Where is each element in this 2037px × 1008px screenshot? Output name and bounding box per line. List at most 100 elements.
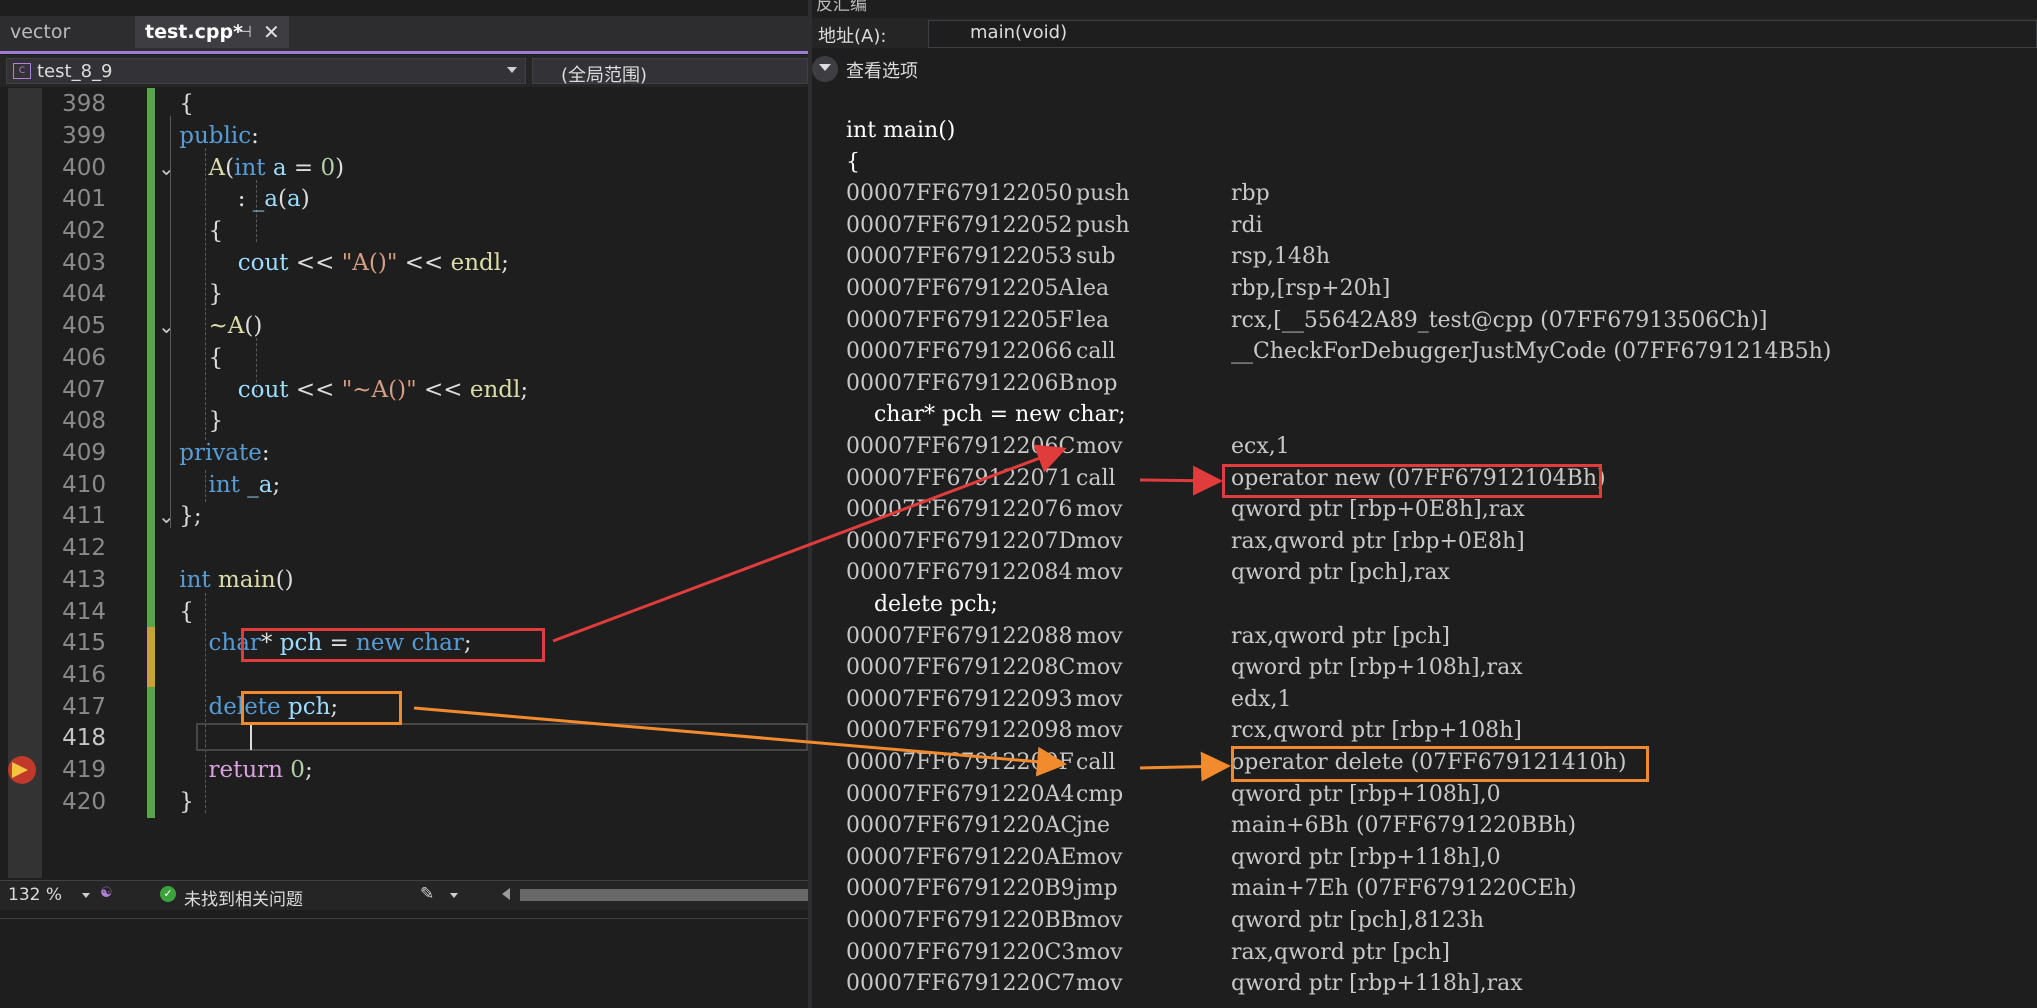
dropdown-caret-icon bbox=[507, 67, 517, 73]
instruction-mnemonic: nop bbox=[1076, 371, 1118, 396]
instruction-address: 00007FF679122066 bbox=[846, 339, 1073, 364]
view-options-toggle[interactable]: 查看选项 bbox=[846, 57, 918, 83]
line-number: 416 bbox=[62, 662, 106, 688]
instruction-mnemonic: sub bbox=[1076, 244, 1116, 269]
instruction-address: 00007FF6791220AC bbox=[846, 813, 1078, 838]
instruction-operand: rax,qword ptr [rbp+0E8h] bbox=[1231, 529, 1525, 554]
line-number: 405 bbox=[62, 313, 106, 339]
code-line: } bbox=[150, 408, 224, 434]
line-number: 417 bbox=[62, 694, 106, 720]
class-icon: C bbox=[13, 63, 31, 79]
line-number: 404 bbox=[62, 281, 106, 307]
instruction-mnemonic: mov bbox=[1076, 718, 1123, 743]
line-number: 407 bbox=[62, 377, 106, 403]
instruction-mnemonic: jmp bbox=[1076, 876, 1118, 901]
horizontal-scrollbar[interactable] bbox=[520, 889, 808, 901]
instruction-mnemonic: lea bbox=[1076, 276, 1110, 301]
code-line: } bbox=[150, 789, 194, 815]
instruction-operand: __CheckForDebuggerJustMyCode (07FF679121… bbox=[1231, 339, 1832, 364]
instruction-address: 00007FF679122050 bbox=[846, 181, 1073, 206]
code-line: } bbox=[150, 281, 224, 307]
instruction-operand: rsp,148h bbox=[1231, 244, 1331, 269]
code-line: { bbox=[150, 218, 224, 244]
code-line: cout << "A()" << endl; bbox=[237, 250, 509, 276]
scroll-left-icon[interactable] bbox=[502, 888, 510, 900]
code-line: ~A() bbox=[208, 313, 263, 339]
instruction-address: 00007FF6791220C7 bbox=[846, 971, 1076, 996]
instruction-mnemonic: mov bbox=[1076, 687, 1123, 712]
instruction-address: 00007FF6791220A4 bbox=[846, 782, 1075, 807]
instruction-address: 00007FF679122098 bbox=[846, 718, 1073, 743]
line-number: 408 bbox=[62, 408, 106, 434]
code-line: int main() bbox=[179, 567, 294, 593]
instruction-operand: main+6Bh (07FF6791220BBh) bbox=[1231, 813, 1577, 838]
close-icon[interactable]: ✕ bbox=[263, 16, 280, 48]
line-number: 402 bbox=[62, 218, 106, 244]
line-number: 414 bbox=[62, 599, 106, 625]
breakpoint-arrow-icon[interactable] bbox=[8, 756, 36, 784]
issues-status[interactable]: 未找到相关问题 bbox=[184, 885, 303, 910]
source-line: char* pch = new char; bbox=[846, 402, 1126, 427]
instruction-mnemonic: mov bbox=[1076, 655, 1123, 680]
line-number: 406 bbox=[62, 345, 106, 371]
code-line: A(int a = 0) bbox=[208, 155, 345, 181]
global-scope-dropdown[interactable]: (全局范围) bbox=[532, 58, 808, 86]
annotation-box-operator-new bbox=[1222, 464, 1602, 498]
current-line-highlight bbox=[196, 723, 808, 751]
instruction-mnemonic: mov bbox=[1076, 560, 1123, 585]
global-scope-label: (全局范围) bbox=[561, 65, 648, 86]
instruction-address: 00007FF67912207D bbox=[846, 529, 1077, 554]
line-number: 410 bbox=[62, 472, 106, 498]
dropdown-caret-icon[interactable] bbox=[82, 893, 90, 898]
instruction-operand: qword ptr [rbp+108h],rax bbox=[1231, 655, 1523, 680]
instruction-mnemonic: mov bbox=[1076, 940, 1123, 965]
instruction-address: 00007FF679122084 bbox=[846, 560, 1073, 585]
annotation-box-operator-delete bbox=[1231, 746, 1649, 782]
code-editor[interactable]: 398 399 400 401 402 403 404 405 406 407 … bbox=[0, 88, 808, 878]
navigation-bar: C test_8_9 (全局范围) bbox=[0, 55, 808, 87]
instruction-mnemonic: call bbox=[1076, 750, 1116, 775]
divider bbox=[0, 918, 808, 919]
tab-test-cpp[interactable]: test.cpp* ⊣ ✕ bbox=[135, 16, 289, 48]
dropdown-caret-icon[interactable] bbox=[450, 893, 458, 898]
instruction-address: 00007FF679122053 bbox=[846, 244, 1073, 269]
check-circle-icon: ✓ bbox=[160, 886, 176, 902]
chevron-down-icon[interactable] bbox=[812, 56, 838, 82]
line-number: 415 bbox=[62, 630, 106, 656]
instruction-operand: rcx,[__55642A89_test@cpp (07FF67913506Ch… bbox=[1231, 308, 1768, 333]
source-line: int main() bbox=[846, 118, 956, 143]
brush-icon[interactable]: ✎ bbox=[420, 884, 434, 904]
address-input[interactable] bbox=[928, 20, 2037, 48]
line-number: 418 bbox=[62, 725, 106, 751]
instruction-mnemonic: mov bbox=[1076, 971, 1123, 996]
line-number: 411 bbox=[62, 503, 106, 529]
instruction-address: 00007FF6791220AE bbox=[846, 845, 1077, 870]
line-number: 403 bbox=[62, 250, 106, 276]
instruction-operand: ecx,1 bbox=[1231, 434, 1290, 459]
code-line: return 0; bbox=[208, 757, 313, 783]
health-icon[interactable]: ☯ bbox=[100, 885, 116, 901]
instruction-operand: main+7Eh (07FF6791220CEh) bbox=[1231, 876, 1577, 901]
tab-vector[interactable]: vector bbox=[0, 16, 135, 48]
instruction-operand: rcx,qword ptr [rbp+108h] bbox=[1231, 718, 1522, 743]
instruction-mnemonic: call bbox=[1076, 339, 1116, 364]
instruction-mnemonic: call bbox=[1076, 466, 1116, 491]
tab-bar: vector test.cpp* ⊣ ✕ bbox=[0, 16, 808, 52]
instruction-operand: rax,qword ptr [pch] bbox=[1231, 940, 1450, 965]
zoom-level[interactable]: 132 % bbox=[8, 885, 62, 905]
line-number: 398 bbox=[62, 91, 106, 117]
instruction-address: 00007FF679122052 bbox=[846, 213, 1073, 238]
tab-accent-line bbox=[0, 51, 808, 54]
instruction-address: 00007FF679122071 bbox=[846, 466, 1073, 491]
source-line: { bbox=[846, 150, 860, 175]
instruction-address: 00007FF67912206B bbox=[846, 371, 1075, 396]
code-line: { bbox=[150, 345, 224, 371]
instruction-address: 00007FF679122093 bbox=[846, 687, 1073, 712]
instruction-mnemonic: mov bbox=[1076, 497, 1123, 522]
instruction-operand: rbp,[rsp+20h] bbox=[1231, 276, 1391, 301]
pin-icon[interactable]: ⊣ bbox=[238, 16, 252, 48]
instruction-operand: qword ptr [pch],rax bbox=[1231, 560, 1450, 585]
instruction-operand: qword ptr [rbp+108h],0 bbox=[1231, 782, 1501, 807]
instruction-mnemonic: cmp bbox=[1076, 782, 1124, 807]
project-scope-dropdown[interactable]: C test_8_9 bbox=[6, 58, 526, 84]
